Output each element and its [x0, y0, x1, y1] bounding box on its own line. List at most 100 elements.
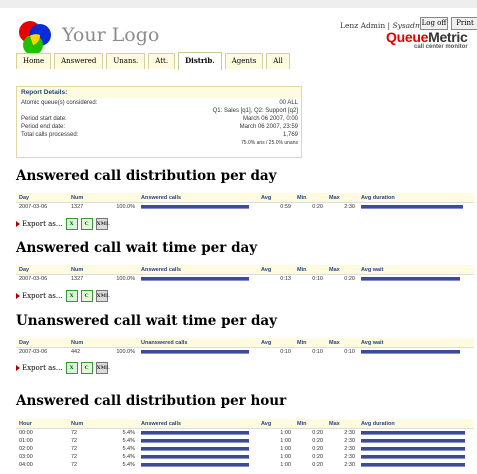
queues-detail: Q1: Sales [q1], Q2: Support [q2] [212, 108, 298, 114]
bar-cell [358, 429, 474, 438]
column-header: Num [68, 193, 104, 203]
tab-answered[interactable]: Answered [54, 53, 104, 69]
table-header-row: Day Num Answered calls Avg Min Max Avg wait [16, 265, 474, 275]
export-row: Export as... X C XML [16, 290, 110, 302]
queues-label: Atomic queue(s) considered: [21, 100, 98, 106]
excel-icon[interactable]: X [65, 218, 78, 230]
column-header: Max [326, 419, 358, 429]
table-cell: 03:00 [19, 454, 33, 460]
table-row: 02:00 72 5.4% 1:00 0:20 2:30 [16, 445, 474, 453]
bar-cell [358, 437, 474, 445]
start-label: Period start date: [21, 116, 67, 122]
bar-cell [138, 348, 258, 357]
table-cell: 2:30 [344, 204, 355, 210]
table-cell: 00:00 [19, 430, 33, 436]
export-label: Export as... [22, 220, 63, 228]
calls-bar [141, 350, 249, 354]
xml-icon[interactable]: XML [95, 218, 110, 230]
table-cell: 0:10 [312, 349, 323, 355]
table-cell: 2007-03-06 [19, 204, 48, 210]
excel-icon[interactable]: X [65, 362, 78, 374]
table-cell: 2:30 [344, 462, 355, 468]
queues-value: 00 ALL [279, 100, 298, 106]
bar-cell [138, 445, 258, 453]
csv-icon[interactable]: C [80, 290, 93, 302]
table-cell: 1:00 [280, 446, 291, 452]
tab-unanswered[interactable]: Unans. [106, 53, 146, 69]
table-cell: 04:00 [19, 462, 33, 468]
column-header: Avg duration [358, 419, 474, 429]
table-cell: 0:20 [312, 462, 323, 468]
table-cell: 1327 [71, 204, 84, 210]
table-header-row: Day Num Answered calls Avg Min Max Avg duratio… [16, 193, 474, 203]
bar-cell [358, 275, 474, 284]
section-title-answered-hour: Answered call distribution per hour [16, 393, 287, 409]
table-cell: 2007-03-06 [19, 349, 48, 355]
arrow-right-icon [16, 221, 20, 227]
bar-cell [358, 461, 474, 469]
bar-cell [138, 429, 258, 438]
column-header: Min [294, 193, 326, 203]
table-row: 2007-03-06 1327 100.0% 0:59 0:20 2:30 [16, 203, 474, 212]
bar-cell [358, 348, 474, 357]
table-cell: 0:10 [312, 276, 323, 282]
tab-agents[interactable]: Agents [224, 53, 264, 69]
column-header [104, 419, 138, 429]
table-header-row: Day Num Unanswered calls Avg Min Max Avg wait [16, 338, 474, 348]
table-cell: 0:20 [312, 430, 323, 436]
tab-home[interactable]: Home [16, 53, 52, 69]
table-cell: 72 [71, 446, 78, 452]
table-cell: 100.0% [116, 204, 135, 210]
column-header: Answered calls [138, 265, 258, 275]
avg-bar [361, 350, 460, 354]
table-cell: 0:20 [312, 438, 323, 444]
column-header: Avg [258, 338, 294, 348]
bar-cell [138, 437, 258, 445]
table-cell: 72 [71, 430, 78, 436]
table-cell: 2:30 [344, 446, 355, 452]
table-cell: 2:30 [344, 454, 355, 460]
section-title-unanswered-wait-day: Unanswered call wait time per day [16, 313, 277, 329]
column-header: Avg wait [358, 338, 474, 348]
column-header: Answered calls [138, 193, 258, 203]
column-header: Min [294, 265, 326, 275]
wait-day-table: Day Num Answered calls Avg Min Max Avg wait 200… [16, 265, 474, 283]
table-cell: 5.4% [122, 454, 135, 460]
column-header: Num [68, 419, 104, 429]
logo-text: Your Logo [62, 24, 160, 46]
table-cell: 442 [71, 349, 81, 355]
report-details: Report Details: Atomic queue(s) consider… [16, 86, 302, 158]
avg-bar [361, 205, 463, 209]
xml-icon[interactable]: XML [95, 290, 110, 302]
column-header: Day [16, 193, 68, 203]
calls-bar [141, 455, 249, 459]
table-cell: 0:20 [344, 276, 355, 282]
table-cell: 5.4% [122, 462, 135, 468]
table-cell: 0:13 [280, 276, 291, 282]
answered-hour-table: Hour Num Answered calls Avg Min Max Avg durati… [16, 419, 474, 469]
table-cell: 1:00 [280, 430, 291, 436]
table-row: 2007-03-06 1327 100.0% 0:13 0:10 0:20 [16, 275, 474, 284]
avg-bar [361, 447, 465, 451]
table-row: 04:00 72 5.4% 1:00 0:20 2:30 [16, 461, 474, 469]
bar-cell [358, 453, 474, 461]
table-cell: 2:30 [344, 430, 355, 436]
csv-icon[interactable]: C [80, 362, 93, 374]
tab-attempts[interactable]: Att. [148, 53, 176, 69]
table-row: 2007-03-06 442 100.0% 0:10 0:10 0:10 [16, 348, 474, 357]
column-header: Max [326, 265, 358, 275]
arrow-right-icon [16, 293, 20, 299]
avg-bar [361, 455, 465, 459]
excel-icon[interactable]: X [65, 290, 78, 302]
export-row: Export as... X C XML [16, 362, 110, 374]
column-header: Avg duration [358, 193, 474, 203]
tab-distribution[interactable]: Distrib. [178, 52, 222, 70]
tab-all[interactable]: All [266, 53, 290, 69]
arrow-right-icon [16, 365, 20, 371]
xml-icon[interactable]: XML [95, 362, 110, 374]
csv-icon[interactable]: C [80, 218, 93, 230]
column-header: Max [326, 193, 358, 203]
export-label: Export as... [22, 364, 63, 372]
table-cell: 01:00 [19, 438, 33, 444]
avg-bar [361, 277, 460, 281]
